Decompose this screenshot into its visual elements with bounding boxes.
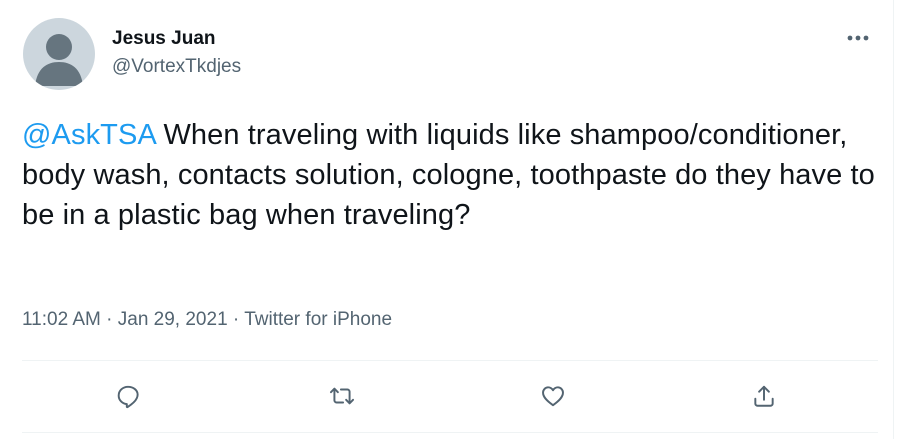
retweet-icon [329,387,355,405]
tweet-date[interactable]: Jan 29, 2021 [118,309,228,330]
author-name[interactable]: Jesus Juan [112,28,216,50]
meta-separator: · [227,309,245,330]
more-horizontal-icon [847,35,869,41]
reply-button[interactable] [108,376,148,416]
divider-top [22,360,878,361]
like-icon [542,386,564,407]
divider-bottom [22,432,878,433]
more-options-button[interactable] [838,24,878,52]
meta-separator: · [100,309,118,330]
tweet-time[interactable]: 11:02 AM [22,309,101,330]
share-icon [754,385,774,407]
tweet-source[interactable]: Twitter for iPhone [244,309,392,330]
mention-link[interactable]: @AskTSA [22,119,155,151]
action-bar [0,372,894,422]
tweet-card: Jesus Juan @VortexTkdjes @AskTSA When tr… [0,0,910,439]
default-profile-icon [35,34,83,86]
avatar[interactable] [23,18,95,90]
tweet-meta: 11:02 AM · Jan 29, 2021 · Twitter for iP… [22,309,392,331]
like-button[interactable] [533,376,573,416]
share-button[interactable] [744,376,784,416]
reply-icon [117,385,139,409]
author-handle[interactable]: @VortexTkdjes [112,56,241,78]
tweet-text: @AskTSA When traveling with liquids like… [22,115,882,235]
retweet-button[interactable] [322,376,362,416]
